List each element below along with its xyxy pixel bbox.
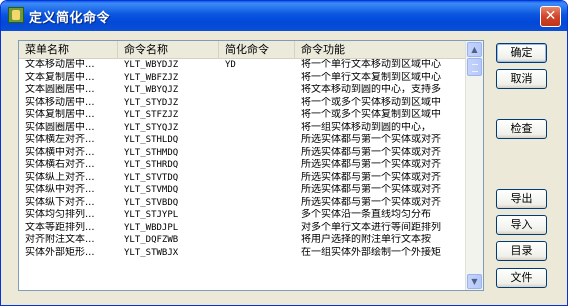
column-header-short-command[interactable]: 简化命令: [219, 41, 295, 58]
command-name-cell: YLT_WBYDJZ: [124, 60, 179, 70]
command-name-cell: YLT_STHLDQ: [124, 135, 179, 145]
command-name-cell: YLT_STWBJX: [124, 247, 179, 258]
scroll-down-icon[interactable]: ▼: [467, 274, 482, 289]
command-name-cell: YLT_STJYPL: [124, 210, 179, 220]
scroll-thumb[interactable]: [467, 58, 482, 76]
command-name-cell: YLT_STVTDQ: [124, 172, 179, 183]
command-name-cell: YLT_STVBDQ: [124, 197, 179, 208]
window-title: 定义简化命令: [29, 11, 111, 26]
function-cell: 所选实体都与第一个实体或对齐: [301, 134, 441, 145]
function-cell: 所选实体都与第一个实体或对齐: [301, 146, 441, 158]
check-button[interactable]: 检查: [496, 119, 547, 139]
table-row[interactable]: 实体移动居中... YLT_STYDJZ 将一个或多个实体移动到区域中: [19, 97, 466, 110]
table-row[interactable]: 实体横左对齐... YLT_STHLDQ 所选实体都与第一个实体或对齐: [19, 134, 466, 147]
menu-name-cell: 文本移动居中...: [25, 59, 95, 70]
table-row[interactable]: 实体圆圈居中... YLT_STYQJZ 将一组实体移动到圆的中心，: [19, 122, 466, 135]
menu-name-cell: 实体横右对齐...: [25, 159, 95, 170]
table-row[interactable]: 实体外部矩形... YLT_STWBJX 在一组实体外部绘制一个外接矩: [19, 247, 466, 260]
function-cell: 所选实体都与第一个实体或对齐: [301, 184, 441, 195]
menu-name-cell: 对齐附注文本...: [25, 234, 95, 245]
dialog-window: 定义简化命令 ✕ 菜单名称 命令名称 简化命令 命令功能 文本移动居中... YL…: [0, 0, 568, 306]
function-cell: 将一组实体移动到圆的中心，: [301, 121, 431, 133]
menu-name-cell: 实体纵中对齐...: [25, 184, 95, 195]
table-row[interactable]: 实体横右对齐... YLT_STHRDQ 所选实体都与第一个实体或对齐: [19, 159, 466, 172]
command-name-cell: YLT_STHMDQ: [124, 147, 179, 158]
function-cell: 将一个单行文本移动到区域中心: [301, 59, 441, 70]
command-name-cell: YLT_STYQJZ: [124, 122, 179, 133]
menu-name-cell: 实体均匀排列...: [25, 209, 95, 220]
function-cell: 将文本移动到圆的中心，支持多: [301, 84, 441, 95]
list-header: 菜单名称 命令名称 简化命令 命令功能: [19, 41, 466, 59]
function-cell: 将用户选择的附注单行文本按: [301, 234, 431, 245]
menu-name-cell: 实体纵下对齐...: [25, 196, 95, 208]
short-command-cell: YD: [225, 60, 236, 70]
command-name-cell: YLT_STHRDQ: [124, 160, 179, 170]
table-row[interactable]: 文本等距排列... YLT_WBDJPL 对多个单行文本进行等间距排列: [19, 222, 466, 235]
table-row[interactable]: 文本移动居中... YLT_WBYDJZ YD 将一个单行文本移动到区域中心: [19, 59, 466, 72]
command-name-cell: YLT_WBDJPL: [124, 222, 179, 233]
table-row[interactable]: 实体纵上对齐... YLT_STVTDQ 所选实体都与第一个实体或对齐: [19, 172, 466, 185]
table-row[interactable]: 文本复制居中... YLT_WBFZJZ 将一个单行文本复制到区域中心: [19, 72, 466, 85]
function-cell: 将一个或多个实体移动到区域中: [301, 96, 441, 108]
command-name-cell: YLT_WBYQJZ: [124, 85, 179, 95]
command-name-cell: YLT_DQFZWB: [124, 235, 179, 245]
menu-name-cell: 实体横左对齐...: [25, 134, 95, 145]
command-name-cell: YLT_STVMDQ: [124, 185, 179, 195]
table-row[interactable]: 文本圆圈居中... YLT_WBYQJZ 将文本移动到圆的中心，支持多: [19, 84, 466, 97]
dialog-body: 菜单名称 命令名称 简化命令 命令功能 文本移动居中... YLT_WBYDJZ Y…: [5, 31, 563, 303]
function-cell: 对多个单行文本进行等间距排列: [301, 221, 441, 233]
function-cell: 所选实体都与第一个实体或对齐: [301, 171, 441, 183]
title-bar[interactable]: 定义简化命令 ✕: [1, 1, 567, 31]
scroll-up-icon[interactable]: ▲: [467, 42, 482, 57]
function-cell: 多个实体沿一条直线均匀分布: [301, 209, 431, 220]
table-row[interactable]: 实体复制居中... YLT_STFZJZ 将一个或多个实体复制到区域中: [19, 109, 466, 122]
menu-name-cell: 实体圆圈居中...: [25, 121, 95, 133]
menu-name-cell: 实体外部矩形...: [25, 246, 95, 258]
menu-name-cell: 实体纵上对齐...: [25, 171, 95, 183]
command-name-cell: YLT_STFZJZ: [124, 110, 179, 120]
menu-name-cell: 文本等距排列...: [25, 221, 95, 233]
command-name-cell: YLT_WBFZJZ: [124, 72, 179, 83]
app-icon: [8, 7, 24, 23]
menu-name-cell: 实体横中对齐...: [25, 146, 95, 158]
function-cell: 将一个单行文本复制到区域中心: [301, 71, 441, 83]
table-row[interactable]: 实体纵下对齐... YLT_STVBDQ 所选实体都与第一个实体或对齐: [19, 197, 466, 210]
table-row[interactable]: 对齐附注文本... YLT_DQFZWB 将用户选择的附注单行文本按: [19, 234, 466, 247]
function-cell: 将一个或多个实体复制到区域中: [301, 109, 441, 120]
catalog-button[interactable]: 目录: [496, 241, 547, 261]
table-row[interactable]: 实体横中对齐... YLT_STHMDQ 所选实体都与第一个实体或对齐: [19, 147, 466, 160]
command-name-cell: YLT_STYDJZ: [124, 97, 179, 108]
menu-name-cell: 实体复制居中...: [25, 109, 95, 120]
menu-name-cell: 文本复制居中...: [25, 71, 95, 83]
function-cell: 所选实体都与第一个实体或对齐: [301, 196, 441, 208]
function-cell: 在一组实体外部绘制一个外接矩: [301, 246, 441, 258]
menu-name-cell: 文本圆圈居中...: [25, 84, 95, 95]
menu-name-cell: 实体移动居中...: [25, 96, 95, 108]
import-button[interactable]: 导入: [496, 215, 547, 235]
column-header-function[interactable]: 命令功能: [295, 41, 466, 58]
column-header-menu-name[interactable]: 菜单名称: [19, 41, 118, 58]
command-list[interactable]: 菜单名称 命令名称 简化命令 命令功能 文本移动居中... YLT_WBYDJZ Y…: [18, 40, 484, 291]
export-button[interactable]: 导出: [496, 189, 547, 209]
table-row[interactable]: 实体均匀排列... YLT_STJYPL 多个实体沿一条直线均匀分布: [19, 209, 466, 222]
cancel-button[interactable]: 取消: [496, 69, 547, 89]
function-cell: 所选实体都与第一个实体或对齐: [301, 159, 441, 170]
column-header-command-name[interactable]: 命令名称: [118, 41, 219, 58]
list-rows: 文本移动居中... YLT_WBYDJZ YD 将一个单行文本移动到区域中心文本复制居…: [19, 59, 466, 259]
table-row[interactable]: 实体纵中对齐... YLT_STVMDQ 所选实体都与第一个实体或对齐: [19, 184, 466, 197]
ok-button[interactable]: 确定: [496, 43, 547, 63]
close-button[interactable]: ✕: [540, 6, 561, 27]
file-button[interactable]: 文件: [496, 268, 547, 288]
vertical-scrollbar[interactable]: ▲ ▼: [465, 41, 483, 290]
